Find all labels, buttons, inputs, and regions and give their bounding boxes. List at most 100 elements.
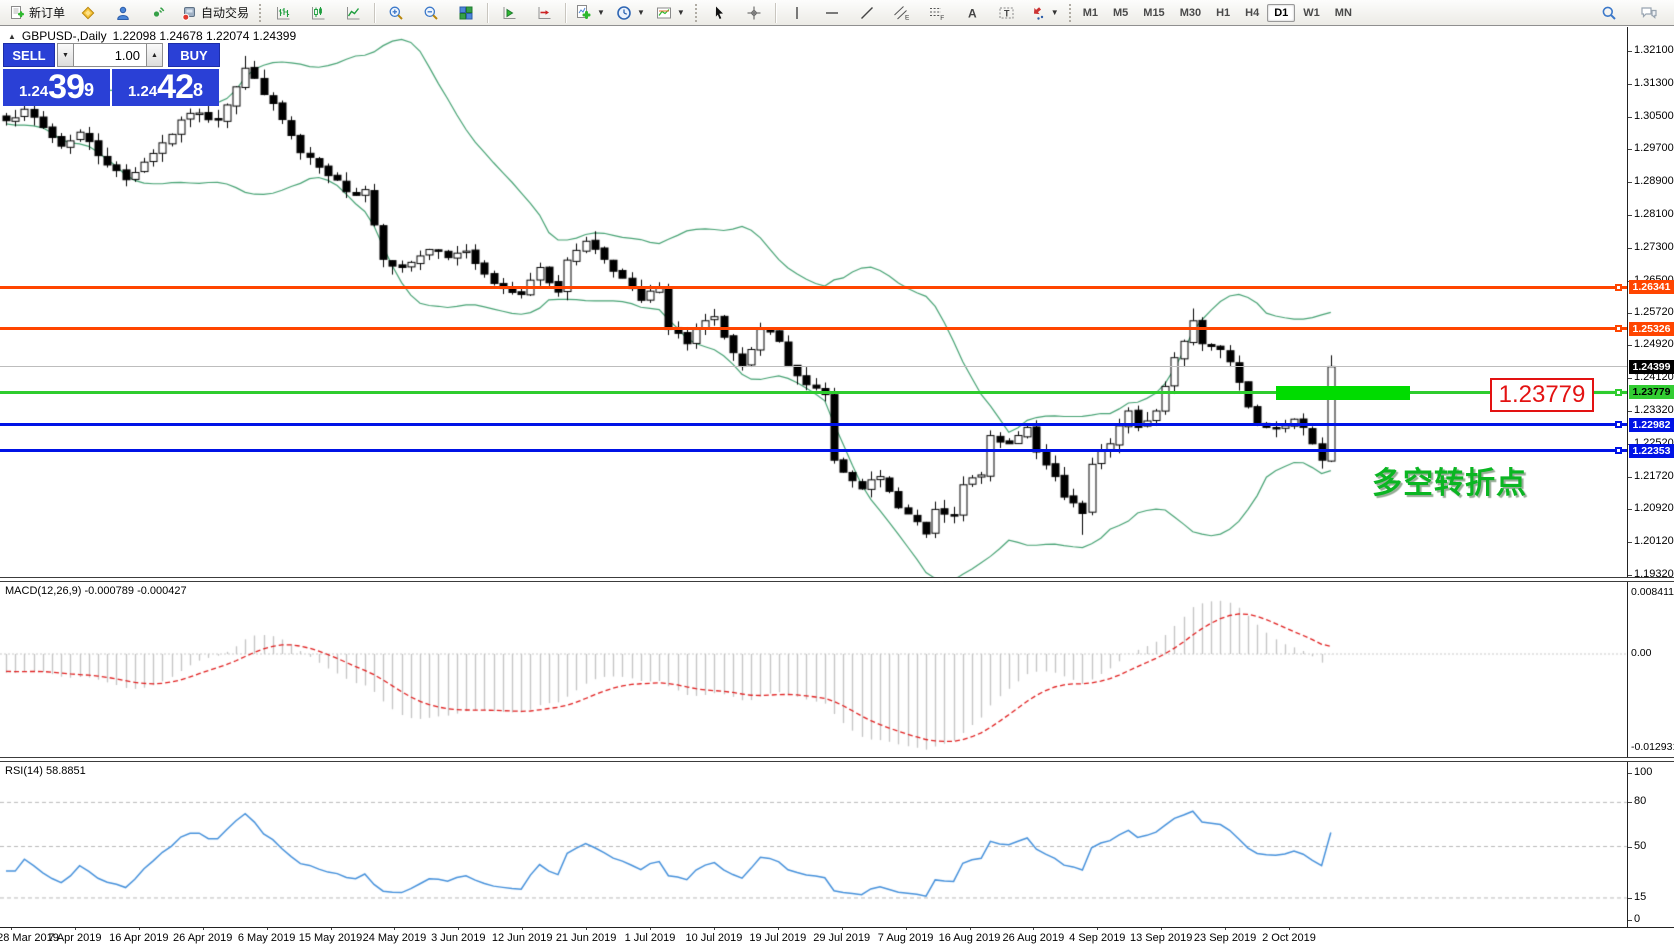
toolbar-separator [374,3,375,23]
rsi-indicator-label: RSI(14) 58.8851 [5,765,86,777]
arrows-icon [1030,5,1046,21]
tile-windows-button[interactable] [449,1,483,25]
buy-price-main: 42 [157,69,193,105]
channel-icon: E [893,5,910,21]
macd-pane-separator[interactable] [0,577,1674,582]
channel-letter: E [905,14,910,21]
level-line-1.26341[interactable] [0,286,1627,289]
date-label: 6 May 2019 [238,932,295,944]
rsi-scale-label: 0 [1634,913,1640,925]
timeframe-button-mn[interactable]: MN [1328,4,1359,22]
metaeditor-button[interactable] [71,1,105,25]
pivot-annotation-text: 多空转折点 [1372,458,1527,502]
timeframe-button-m15[interactable]: M15 [1136,4,1171,22]
autotrading-button[interactable]: 自动交易 [176,1,254,25]
horizontal-line-icon [824,5,840,21]
price-tick-label: 1.20120 [1634,535,1674,547]
label-tool-icon: T [998,5,1015,21]
zoom-out-button[interactable] [414,1,448,25]
symbol-period-title: GBPUSD-,Daily [22,29,107,43]
svg-text:A: A [968,6,977,20]
vertical-line-tool-button[interactable] [780,1,814,25]
template-icon [656,5,672,21]
level-line-1.25326-handle[interactable] [1615,325,1622,332]
templates-button[interactable]: ▼ [651,1,690,25]
date-label: 15 May 2019 [299,932,363,944]
macd-scale-label: 0.008411 [1631,586,1674,598]
macd-scale-label: 0.00 [1631,647,1651,659]
date-label: 29 Jul 2019 [813,932,870,944]
cursor-tool-button[interactable] [702,1,736,25]
support-zone-highlight[interactable] [1276,386,1410,400]
trendline-tool-button[interactable] [850,1,884,25]
clock-icon [616,5,632,21]
label-tool-button[interactable]: T [990,1,1024,25]
price-tick-label: 1.28900 [1634,175,1674,187]
volume-up-button[interactable]: ▲ [146,43,163,67]
new-order-button[interactable]: 新订单 [4,1,70,25]
price-badge-1.24399: 1.24399 [1629,360,1674,374]
market-person-icon [115,5,131,21]
fibo-letter: F [940,15,944,21]
timeframe-button-h1[interactable]: H1 [1209,4,1237,22]
level-line-1.22353[interactable] [0,449,1627,452]
chart-shift-button[interactable] [527,1,561,25]
timeframe-button-d1[interactable]: D1 [1267,4,1295,22]
timeframe-button-m1[interactable]: M1 [1076,4,1105,22]
bid-price-line[interactable] [0,366,1627,367]
date-label: 24 May 2019 [363,932,427,944]
level-line-1.22353-handle[interactable] [1615,447,1622,454]
timeframe-button-m30[interactable]: M30 [1173,4,1208,22]
date-label: 26 Apr 2019 [173,932,232,944]
chart-shift-icon [536,5,552,21]
timeframe-group: M1M5M15M30H1H4D1W1MN [1076,4,1359,22]
volume-input[interactable] [74,43,146,67]
periods-button[interactable]: ▼ [611,1,650,25]
arrows-tool-button[interactable]: ▼ [1025,1,1064,25]
timeframe-button-m5[interactable]: M5 [1106,4,1135,22]
timeframe-button-h4[interactable]: H4 [1238,4,1266,22]
sell-price-main: 39 [48,69,84,105]
candlestick-mode-button[interactable] [301,1,335,25]
level-line-1.25326[interactable] [0,327,1627,330]
date-label: 4 Sep 2019 [1069,932,1125,944]
buy-price[interactable]: 1.24 42 8 [112,69,219,106]
search-icon[interactable] [1592,1,1626,25]
timeframe-button-w1[interactable]: W1 [1296,4,1327,22]
rsi-scale-label: 15 [1634,891,1646,903]
indicators-button[interactable]: ▼ [570,1,610,25]
buy-button[interactable]: BUY [168,43,220,67]
sell-button[interactable]: SELL [3,43,55,67]
collapse-arrow-icon[interactable]: ▲ [8,32,16,41]
price-badge-1.25326: 1.25326 [1629,322,1674,336]
level-line-1.23779-handle[interactable] [1615,389,1622,396]
zoom-in-button[interactable] [379,1,413,25]
level-line-1.26341-handle[interactable] [1615,284,1622,291]
price-callout-box[interactable]: 1.23779 [1490,378,1594,412]
one-click-trading-panel: SELL ▼ ▲ BUY 1.24 39 9 1.24 42 8 [3,43,220,106]
horizontal-line-tool-button[interactable] [815,1,849,25]
price-badge-1.22353: 1.22353 [1629,444,1674,458]
fibonacci-tool-button[interactable]: F [920,1,954,25]
line-chart-mode-button[interactable] [336,1,370,25]
zoom-out-icon [423,5,439,21]
dropdown-caret: ▼ [677,8,685,17]
date-label: 1 Jul 2019 [625,932,676,944]
auto-scroll-button[interactable] [492,1,526,25]
toolbar-separator [775,3,776,23]
signals-button[interactable] [141,1,175,25]
market-button[interactable] [106,1,140,25]
crosshair-tool-button[interactable] [737,1,771,25]
level-line-1.22982-handle[interactable] [1615,421,1622,428]
auto-scroll-icon [501,5,517,21]
bar-chart-mode-button[interactable] [266,1,300,25]
rsi-pane-separator[interactable] [0,757,1674,762]
text-tool-button[interactable]: A [955,1,989,25]
rsi-scale-label: 100 [1634,766,1652,778]
fibonacci-icon: F [928,5,945,21]
volume-down-button[interactable]: ▼ [57,43,74,67]
sell-price[interactable]: 1.24 39 9 [3,69,110,106]
chat-icon[interactable] [1632,1,1666,25]
level-line-1.22982[interactable] [0,423,1627,426]
channel-tool-button[interactable]: E [885,1,919,25]
